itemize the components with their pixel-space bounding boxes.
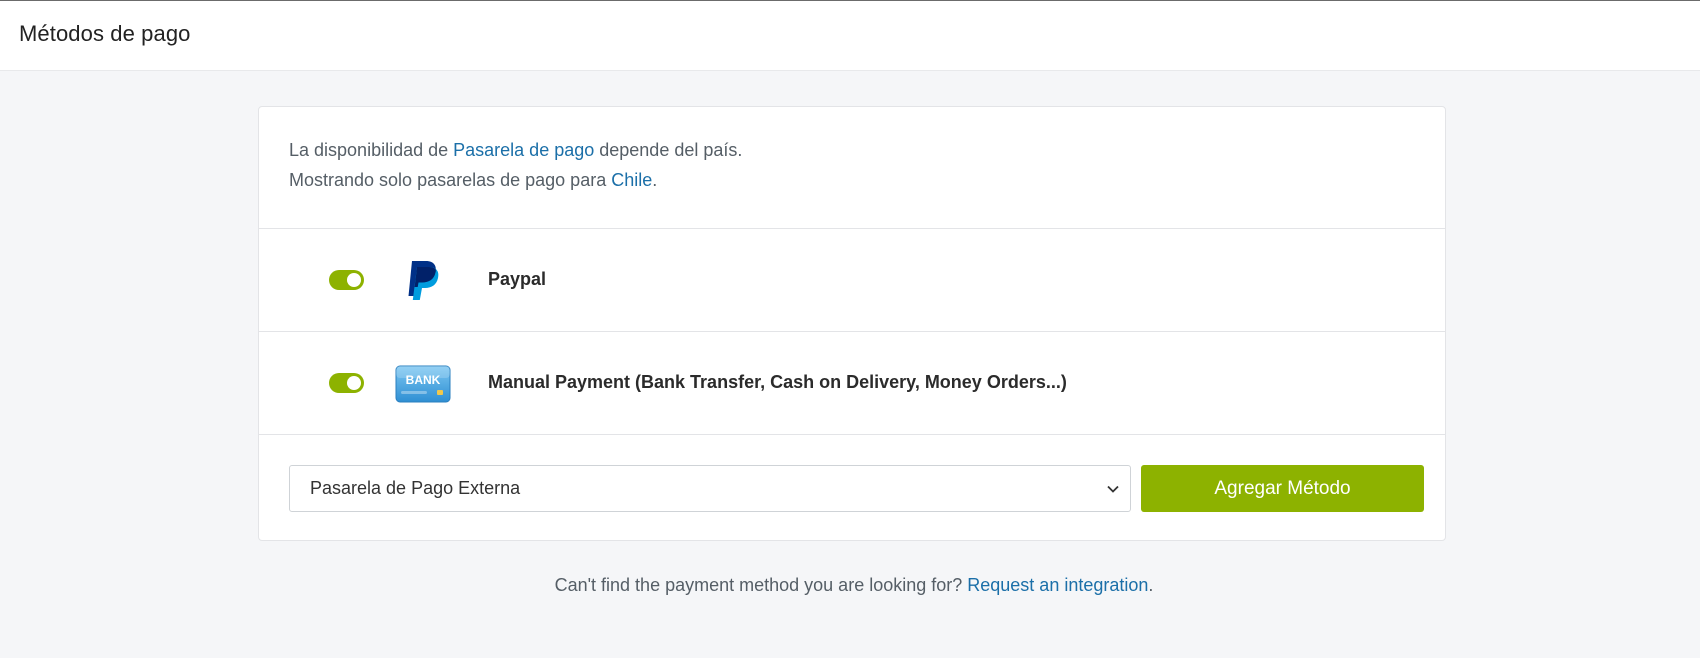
country-filter-text: Mostrando solo pasarelas de pago para Ch… <box>289 170 657 191</box>
toggle-knob <box>347 376 361 390</box>
gateway-select-value: Pasarela de Pago Externa <box>310 478 521 498</box>
method-name: Paypal <box>488 269 547 289</box>
payment-method-row-manual: BANK Manual Payment (Bank Transfer, Cash… <box>259 332 1445 435</box>
method-name: Manual Payment (Bank Transfer, Cash on D… <box>488 372 1067 392</box>
country-filter-prefix: Mostrando solo pasarelas de pago para <box>289 170 612 190</box>
chevron-down-icon <box>1106 482 1120 496</box>
country-filter-suffix: . <box>652 170 658 190</box>
request-integration-link[interactable]: Request an integration <box>967 575 1148 595</box>
availability-text-prefix: La disponibilidad de <box>289 140 454 160</box>
integration-request-note: Can't find the payment method you are lo… <box>0 575 1700 596</box>
gateway-select[interactable]: Pasarela de Pago Externa <box>289 465 1131 512</box>
paypal-toggle[interactable] <box>329 270 364 290</box>
integration-note-suffix: . <box>1148 575 1154 595</box>
page-title: Métodos de pago <box>19 21 191 46</box>
add-method-button[interactable]: Agregar Método <box>1141 465 1424 512</box>
bank-card-icon-text: BANK <box>406 373 441 387</box>
page-header: Métodos de pago <box>0 1 1700 71</box>
availability-text-suffix: depende del país. <box>594 140 743 160</box>
paypal-logo-icon <box>395 255 447 307</box>
integration-note-text: Can't find the payment method you are lo… <box>554 575 968 595</box>
country-link[interactable]: Chile <box>611 170 652 190</box>
availability-text: La disponibilidad de Pasarela de pago de… <box>289 140 742 161</box>
payment-methods-card: La disponibilidad de Pasarela de pago de… <box>258 106 1446 541</box>
payment-method-row-paypal: Paypal <box>259 229 1445 332</box>
bank-card-icon: BANK <box>395 358 451 410</box>
payment-gateway-link[interactable]: Pasarela de pago <box>453 140 594 160</box>
availability-info: La disponibilidad de Pasarela de pago de… <box>259 107 1445 229</box>
manual-payment-toggle[interactable] <box>329 373 364 393</box>
add-method-section: Pasarela de Pago Externa Agregar Método <box>259 435 1445 540</box>
toggle-knob <box>347 273 361 287</box>
